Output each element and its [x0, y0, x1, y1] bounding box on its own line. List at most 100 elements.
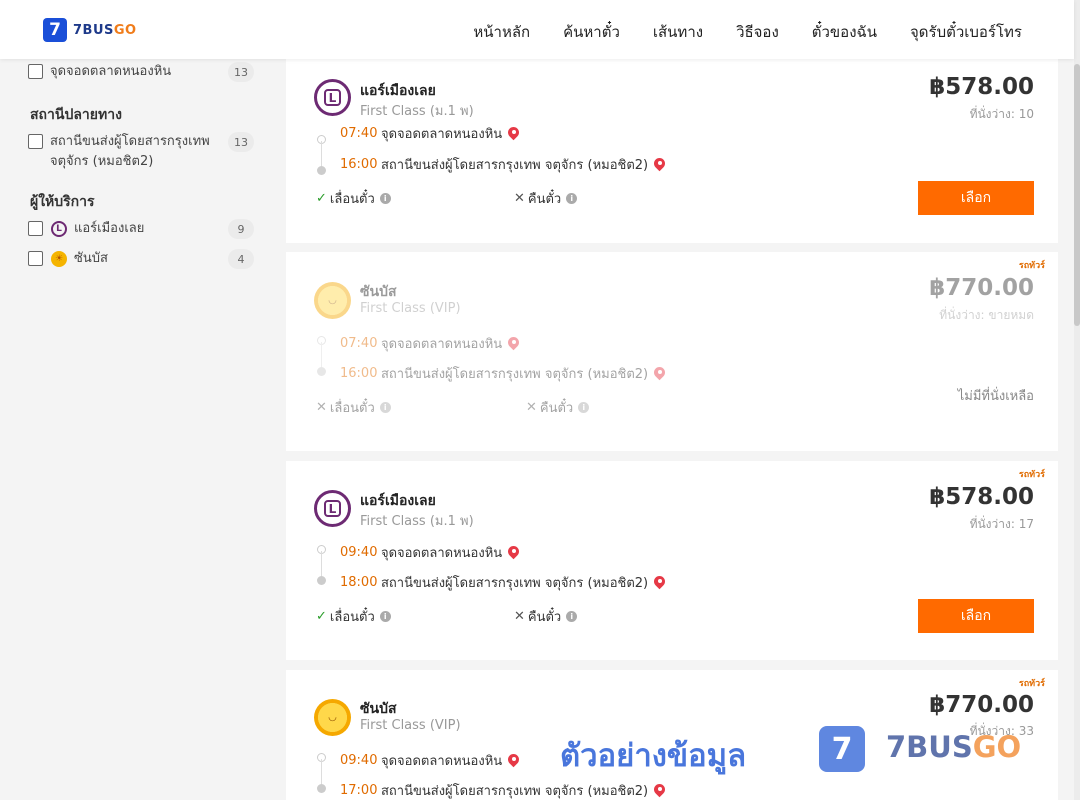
- sun-bus-logo-icon: ◡: [314, 282, 351, 319]
- page-scrollbar[interactable]: [1074, 0, 1080, 800]
- no-seats-note: ไม่มีที่นั่งเหลือ: [957, 389, 1034, 404]
- timeline-end-dot: [317, 784, 326, 793]
- departure-time: 09:40: [340, 545, 378, 560]
- map-pin-icon[interactable]: [508, 754, 519, 768]
- operator-section-title: ผู้ให้บริการ: [30, 194, 95, 210]
- trip-card: L แอร์เมืองเลย First Class (ม.1 พ) ฿578.…: [286, 59, 1058, 243]
- map-pin-icon[interactable]: [654, 367, 665, 381]
- filter-count-badge: 13: [228, 62, 254, 82]
- sample-data-watermark: ตัวอย่างข้อมูล: [560, 738, 747, 774]
- refund-policy: ✕ คืนตั๋ว i: [526, 397, 590, 418]
- logo-mark-icon: 7: [43, 18, 67, 42]
- map-pin-icon[interactable]: [508, 337, 519, 351]
- cross-icon: ✕: [316, 400, 327, 415]
- ticket-price: ฿578.00: [929, 484, 1034, 510]
- arrival-stop: 18:00 สถานีขนส่งผู้โดยสารกรุงเทพ จตุจักร…: [340, 572, 665, 593]
- watermark-brand: 7BUSGO: [886, 730, 1022, 764]
- sun-bus-logo-icon: ◡: [314, 699, 351, 736]
- reschedule-policy: ✓ เลื่อนตั๋ว i: [316, 606, 391, 627]
- bus-class: First Class (VIP): [360, 301, 461, 316]
- timeline-line: [321, 759, 322, 787]
- air-muang-loei-logo-icon: L: [51, 221, 67, 237]
- filter-count-badge: 4: [228, 249, 254, 269]
- arrival-place: สถานีขนส่งผู้โดยสารกรุงเทพ จตุจักร (หมอช…: [381, 367, 649, 382]
- operator-name: ซันบัส: [360, 284, 397, 300]
- select-trip-button[interactable]: เลือก: [918, 181, 1034, 215]
- filter-operator-air-muang-loei[interactable]: L แอร์เมืองเลย 9: [28, 219, 254, 239]
- timeline-line: [321, 342, 322, 370]
- timeline-line: [321, 551, 322, 579]
- destination-section-title: สถานีปลายทาง: [30, 107, 122, 123]
- watermark-logo-icon: 7: [819, 726, 865, 772]
- refund-policy: ✕ คืนตั๋ว i: [514, 606, 578, 627]
- map-pin-icon[interactable]: [654, 576, 665, 590]
- nav-ticket-pickup[interactable]: จุดรับตั๋วเบอร์โทร: [910, 20, 1022, 44]
- timeline-end-dot: [317, 367, 326, 376]
- info-icon[interactable]: i: [578, 402, 590, 413]
- departure-time: 07:40: [340, 336, 378, 351]
- select-trip-button[interactable]: เลือก: [918, 599, 1034, 633]
- nav-routes[interactable]: เส้นทาง: [653, 20, 703, 44]
- arrival-stop: 17:00 สถานีขนส่งผู้โดยสารกรุงเทพ จตุจักร…: [340, 780, 665, 800]
- departure-place: จุดจอดตลาดหนองหิน: [381, 754, 503, 769]
- checkbox[interactable]: [28, 251, 43, 266]
- arrival-time: 17:00: [340, 783, 378, 798]
- departure-place: จุดจอดตลาดหนองหิน: [381, 337, 503, 352]
- nav-search-tickets[interactable]: ค้นหาตั๋ว: [563, 20, 620, 44]
- map-pin-icon[interactable]: [654, 784, 665, 798]
- info-icon[interactable]: i: [379, 193, 391, 204]
- info-icon[interactable]: i: [566, 193, 578, 204]
- bus-type-tag: รถทัวร์: [1018, 679, 1045, 689]
- departure-time: 07:40: [340, 126, 378, 141]
- checkbox[interactable]: [28, 64, 43, 79]
- nav-home[interactable]: หน้าหลัก: [473, 20, 530, 44]
- filter-operator-sun-bus[interactable]: ☀ ซันบัส 4: [28, 249, 254, 269]
- departure-stop: 07:40 จุดจอดตลาดหนองหิน: [340, 333, 519, 354]
- ticket-price: ฿770.00: [929, 692, 1034, 718]
- checkbox[interactable]: [28, 221, 43, 236]
- departure-stop: 09:40 จุดจอดตลาดหนองหิน: [340, 750, 519, 771]
- seats-available: ที่นั่งว่าง: ขายหมด: [939, 308, 1034, 322]
- info-icon[interactable]: i: [379, 611, 391, 622]
- filter-label: สถานีขนส่งผู้โดยสารกรุงเทพ จตุจักร (หมอช…: [50, 134, 210, 169]
- policy-label: คืนตั๋ว: [539, 401, 574, 416]
- filter-origin-stop[interactable]: จุดจอดตลาดหนองหิน 13: [28, 62, 254, 82]
- arrival-time: 16:00: [340, 157, 378, 172]
- departure-stop: 07:40 จุดจอดตลาดหนองหิน: [340, 123, 519, 144]
- policy-label: เลื่อนตั๋ว: [329, 192, 375, 207]
- nav-my-tickets[interactable]: ตั๋วของฉัน: [812, 20, 877, 44]
- departure-place: จุดจอดตลาดหนองหิน: [381, 127, 503, 142]
- timeline-end-dot: [317, 576, 326, 585]
- trip-card-sold-out: รถทัวร์ ◡ ซันบัส First Class (VIP) ฿770.…: [286, 252, 1058, 451]
- checkbox[interactable]: [28, 134, 43, 149]
- filter-count-badge: 9: [228, 219, 254, 239]
- departure-place: จุดจอดตลาดหนองหิน: [381, 546, 503, 561]
- nav-how-to-book[interactable]: วิธีจอง: [736, 20, 779, 44]
- air-muang-loei-logo-icon: L: [314, 490, 351, 527]
- filter-label: แอร์เมืองเลย: [74, 221, 145, 236]
- arrival-stop: 16:00 สถานีขนส่งผู้โดยสารกรุงเทพ จตุจักร…: [340, 363, 665, 384]
- filter-destination-stop[interactable]: สถานีขนส่งผู้โดยสารกรุงเทพ จตุจักร (หมอช…: [28, 132, 254, 172]
- policy-label: เลื่อนตั๋ว: [329, 610, 375, 625]
- check-icon: ✓: [316, 191, 327, 206]
- info-icon[interactable]: i: [379, 402, 391, 413]
- policy-label: คืนตั๋ว: [527, 192, 562, 207]
- sun-bus-logo-icon: ☀: [51, 251, 67, 267]
- map-pin-icon[interactable]: [508, 546, 519, 560]
- main-nav: หน้าหลัก ค้นหาตั๋ว เส้นทาง วิธีจอง ตั๋วข…: [473, 20, 1022, 44]
- site-logo[interactable]: 7 7BUSGO: [43, 18, 137, 42]
- scrollbar-thumb[interactable]: [1074, 64, 1080, 326]
- operator-name: ซันบัส: [360, 701, 397, 717]
- check-icon: ✓: [316, 609, 327, 624]
- filter-label: ซันบัส: [74, 251, 108, 266]
- refund-policy: ✕ คืนตั๋ว i: [514, 188, 578, 209]
- cross-icon: ✕: [526, 400, 537, 415]
- bus-class: First Class (ม.1 พ): [360, 514, 474, 529]
- map-pin-icon[interactable]: [654, 158, 665, 172]
- arrival-time: 16:00: [340, 366, 378, 381]
- trip-card: รถทัวร์ L แอร์เมืองเลย First Class (ม.1 …: [286, 461, 1058, 660]
- info-icon[interactable]: i: [566, 611, 578, 622]
- map-pin-icon[interactable]: [508, 127, 519, 141]
- bus-class: First Class (VIP): [360, 718, 461, 733]
- ticket-price: ฿770.00: [929, 275, 1034, 301]
